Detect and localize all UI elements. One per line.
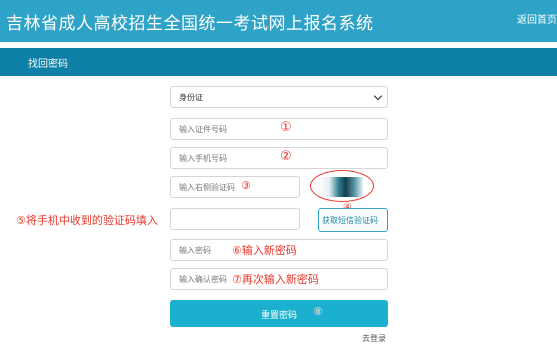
reset-password-button[interactable]: 重置密码	[170, 300, 388, 327]
back-to-login-link[interactable]: 去登录	[362, 333, 386, 344]
top-header: 吉林省成人高校招生全国统一考试网上报名系统 返回首页	[0, 0, 557, 42]
get-sms-code-button[interactable]: 获取短信验证码	[318, 208, 388, 232]
captcha-highlight-circle	[310, 170, 374, 202]
page-title: 吉林省成人高校招生全国统一考试网上报名系统	[6, 14, 374, 34]
annotation-step6: ⑥输入新密码	[232, 244, 297, 257]
id-type-select[interactable]: 身份证	[170, 86, 388, 108]
annotation-step3: ③	[241, 179, 251, 192]
password-placeholder: 输入密码	[179, 246, 211, 255]
captcha-input[interactable]: 输入右侧验证码	[170, 176, 300, 198]
reset-password-label: 重置密码	[260, 311, 297, 321]
sms-code-input[interactable]	[170, 208, 300, 230]
phone-input[interactable]: 输入手机号码	[170, 147, 388, 169]
captcha-placeholder: 输入右侧验证码	[179, 183, 235, 192]
sub-nav-bar: 找回密码	[0, 48, 557, 76]
phone-placeholder: 输入手机号码	[179, 154, 227, 163]
id-type-value: 身份证	[179, 93, 203, 102]
get-sms-code-label: 获取短信验证码	[322, 216, 378, 225]
annotation-step1: ①	[280, 120, 292, 135]
id-number-input[interactable]: 输入证件号码	[170, 118, 388, 140]
confirm-password-placeholder: 输入确认密码	[179, 275, 227, 284]
annotation-step8: ⑧	[313, 305, 323, 318]
annotation-step2: ②	[280, 149, 292, 164]
id-number-placeholder: 输入证件号码	[179, 125, 227, 134]
tab-find-password[interactable]: 找回密码	[28, 55, 68, 70]
chevron-down-icon	[373, 91, 383, 101]
home-link[interactable]: 返回首页	[517, 11, 557, 26]
annotation-step7: ⑦再次输入新密码	[232, 273, 319, 286]
annotation-step5: ⑤将手机中收到的验证码填入	[16, 214, 158, 227]
